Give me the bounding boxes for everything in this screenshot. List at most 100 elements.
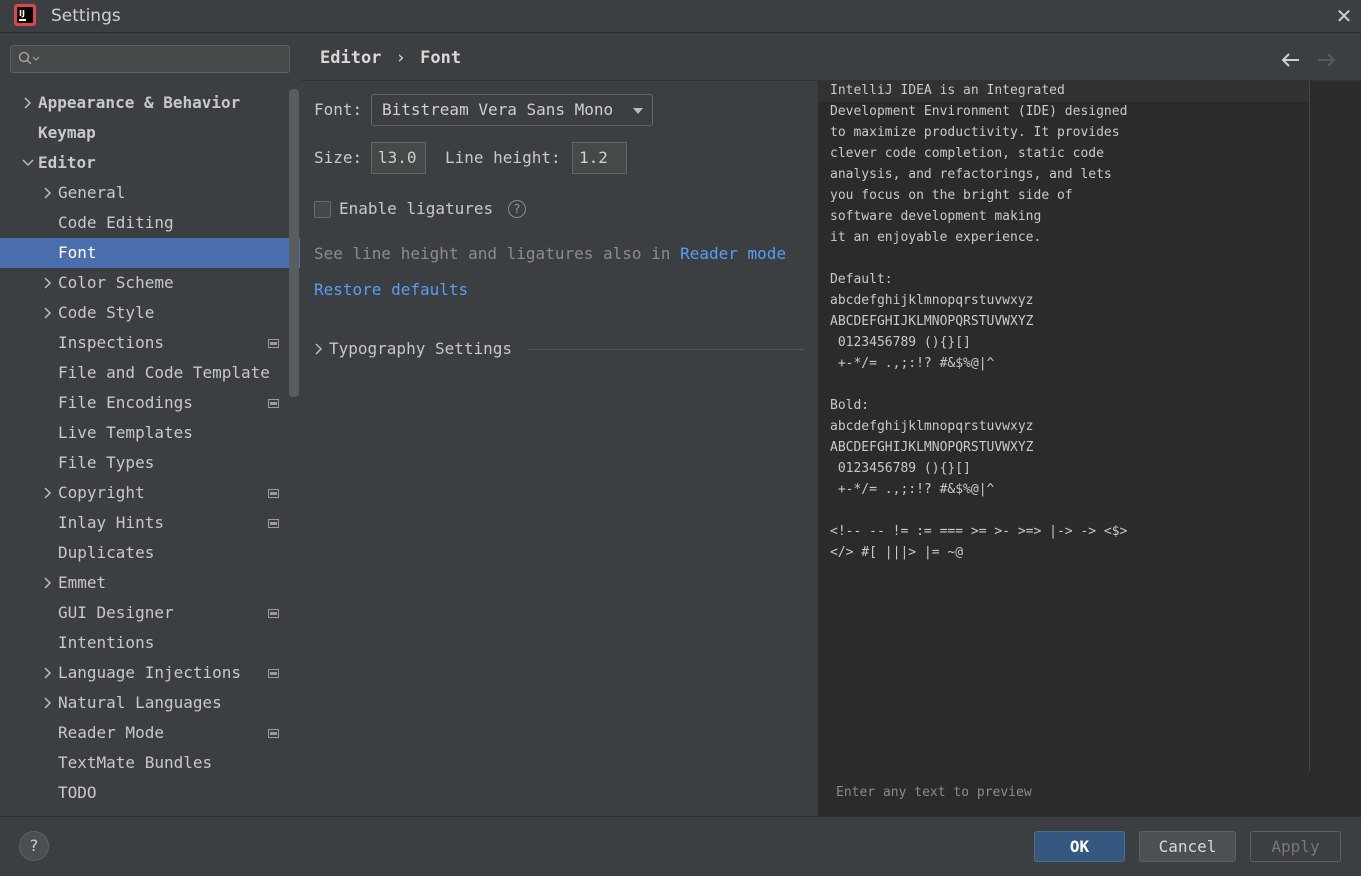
preview-line: </> #[ |||> |= ~@ [830,545,964,560]
search-icon [18,51,40,65]
cancel-button[interactable]: Cancel [1139,831,1236,862]
enable-ligatures-label[interactable]: Enable ligatures [339,199,493,218]
title-bar [0,0,1361,33]
close-icon[interactable]: ✕ [1334,4,1354,28]
breadcrumb-parent[interactable]: Editor [320,48,381,68]
sidebar-item-label: TODO [58,783,97,802]
sidebar-item-code-editing[interactable]: Code Editing [0,208,288,238]
project-scope-icon [268,489,279,498]
right-margin-guide [1309,81,1310,771]
font-dropdown[interactable]: Bitstream Vera Sans Mono [371,94,653,126]
sidebar-item-editor[interactable]: Editor [0,148,288,178]
search-input[interactable] [10,45,290,73]
sidebar-item-copyright[interactable]: Copyright [0,478,288,508]
project-scope-icon [268,519,279,528]
preview-line: IntelliJ IDEA is an Integrated [830,83,1065,98]
preview-placeholder: Enter any text to preview [836,785,1032,800]
project-scope-icon [268,669,279,678]
preview-line: 0123456789 (){}[] [830,335,971,350]
help-button[interactable]: ? [19,831,49,861]
sidebar-item-intentions[interactable]: Intentions [0,628,288,658]
chevron-right-icon[interactable] [20,88,34,118]
enable-ligatures-checkbox[interactable] [314,201,331,218]
project-scope-icon [268,339,279,348]
typography-settings-label: Typography Settings [329,339,513,358]
sidebar-item-todo[interactable]: TODO [0,778,288,808]
font-dropdown-value: Bitstream Vera Sans Mono [382,100,614,119]
sidebar-item-label: Font [58,243,97,262]
size-label: Size: [314,148,363,167]
project-scope-icon [268,609,279,618]
sidebar-item-duplicates[interactable]: Duplicates [0,538,288,568]
sidebar-item-label: Emmet [58,573,107,592]
reader-mode-link[interactable]: Reader mode [680,244,786,263]
sidebar-item-color-scheme[interactable]: Color Scheme [0,268,288,298]
sidebar-item-language-injections[interactable]: Language Injections [0,658,288,688]
preview-line: Bold: [830,398,870,413]
help-icon[interactable]: ? [508,200,526,218]
breadcrumb-separator: › [395,48,406,68]
sidebar-item-textmate-bundles[interactable]: TextMate Bundles [0,748,288,778]
sidebar-item-gui-designer[interactable]: GUI Designer [0,598,288,628]
back-arrow-icon[interactable] [1280,50,1302,70]
preview-line: abcdefghijklmnopqrstuvwxyz [830,419,1034,434]
sidebar-item-natural-languages[interactable]: Natural Languages [0,688,288,718]
settings-tree: Appearance & Behavior Keymap Editor General… [0,88,301,816]
size-field[interactable]: l3.0 [371,142,426,174]
sidebar-item-label: GUI Designer [58,603,174,622]
chevron-right-icon [315,343,323,355]
footer-divider [0,816,1361,817]
chevron-right-icon[interactable] [40,478,54,508]
chevron-down-icon[interactable] [20,148,34,178]
chevron-right-icon[interactable] [40,568,54,598]
sidebar-item-file-and-code-template[interactable]: File and Code Template [0,358,288,388]
breadcrumb: Editor › Font [320,48,461,68]
preview-line: you focus on the bright side of [830,188,1073,203]
sidebar-item-emmet[interactable]: Emmet [0,568,288,598]
sidebar-item-live-templates[interactable]: Live Templates [0,418,288,448]
sidebar-item-inspections[interactable]: Inspections [0,328,288,358]
preview-line: abcdefghijklmnopqrstuvwxyz [830,293,1034,308]
sidebar-item-appearance-behavior[interactable]: Appearance & Behavior [0,88,288,118]
sidebar-item-label: Natural Languages [58,693,222,712]
project-scope-icon [268,729,279,738]
sidebar-item-general[interactable]: General [0,178,288,208]
preview-line: analysis, and refactorings, and lets [830,167,1112,182]
sidebar-item-label: Duplicates [58,543,155,562]
sidebar-item-label: Live Templates [58,423,193,442]
project-scope-icon [268,399,279,408]
chevron-right-icon[interactable] [40,178,54,208]
sidebar-item-label: Language Injections [58,663,242,682]
sidebar-item-code-style[interactable]: Code Style [0,298,288,328]
preview-line: <!-- -- != := === >= >- >=> |-> -> <$> [830,524,1128,539]
typography-settings-toggle[interactable]: Typography Settings [314,339,512,358]
dropdown-arrow-icon [633,108,643,114]
sidebar-item-label: Color Scheme [58,273,174,292]
chevron-right-icon[interactable] [40,268,54,298]
ok-button[interactable]: OK [1034,831,1125,862]
sidebar-item-label: File and Code Template [58,363,270,382]
chevron-right-icon[interactable] [40,298,54,328]
preview-line: +-*/= .,;:!? #&$%@|^ [830,482,995,497]
sidebar-item-file-types[interactable]: File Types [0,448,288,478]
sidebar-item-inlay-hints[interactable]: Inlay Hints [0,508,288,538]
chevron-right-icon[interactable] [40,658,54,688]
preview-line: 0123456789 (){}[] [830,461,971,476]
sidebar-item-label: File Types [58,453,155,472]
sidebar-item-keymap[interactable]: Keymap [0,118,288,148]
sidebar-scrollbar[interactable] [289,89,299,397]
sidebar-item-font[interactable]: Font [0,238,300,268]
sidebar-item-reader-mode[interactable]: Reader Mode [0,718,288,748]
forward-arrow-icon [1318,53,1336,67]
sidebar-item-file-encodings[interactable]: File Encodings [0,388,288,418]
line-height-field[interactable]: 1.2 [572,142,627,174]
sidebar-item-label: Appearance & Behavior [38,93,241,112]
preview-line: Development Environment (IDE) designed [830,104,1128,119]
sidebar-item-label: Intentions [58,633,155,652]
sidebar-item-label: Code Style [58,303,155,322]
chevron-right-icon[interactable] [40,688,54,718]
restore-defaults-link[interactable]: Restore defaults [314,280,468,299]
hint-text: See line height and ligatures also in [314,244,671,263]
typography-divider [528,349,804,350]
apply-button[interactable]: Apply [1250,831,1341,862]
